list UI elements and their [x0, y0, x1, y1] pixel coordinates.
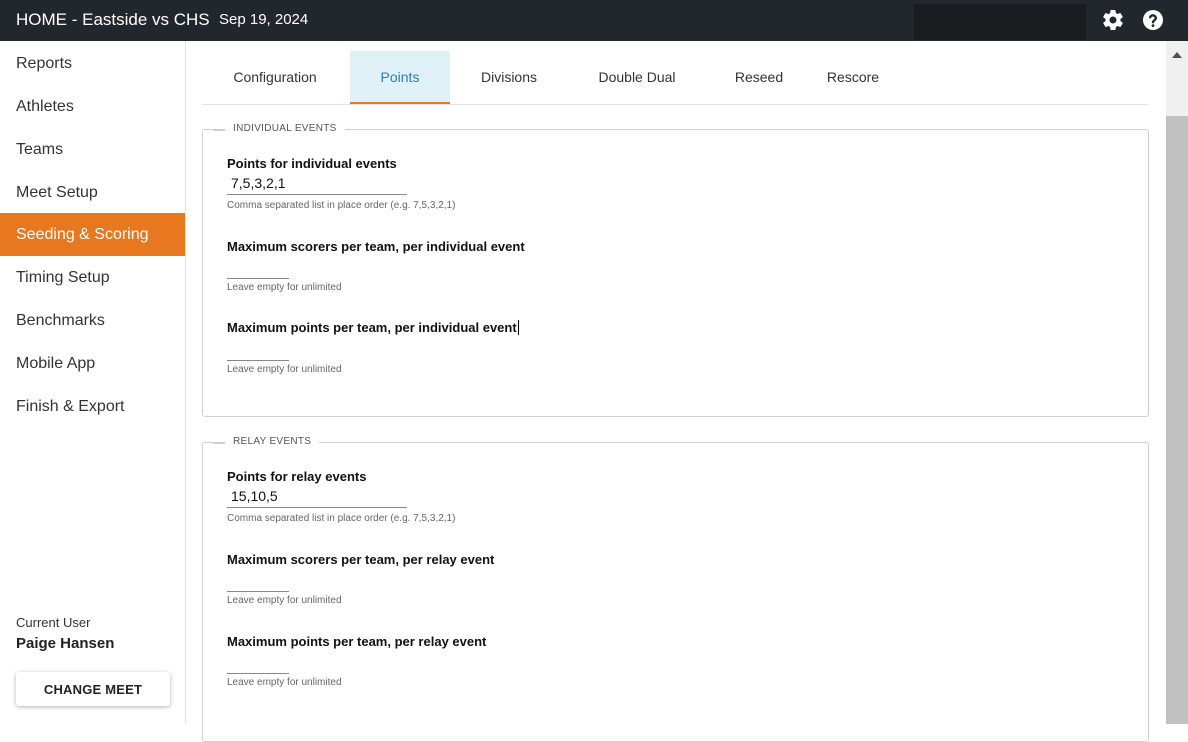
sidebar-item-mobile-app[interactable]: Mobile App: [0, 342, 185, 385]
relay-max-scorers-label: Maximum scorers per team, per relay even…: [227, 552, 495, 567]
tab-points[interactable]: Points: [350, 51, 450, 104]
individual-max-scorers-input[interactable]: [227, 277, 289, 279]
sidebar-item-athletes[interactable]: Athletes: [0, 85, 185, 128]
individual-points-input[interactable]: 7,5,3,2,1: [227, 175, 407, 195]
current-user-name: Paige Hansen: [16, 635, 115, 652]
scroll-up-arrow-icon[interactable]: [1169, 48, 1185, 60]
relay-events-legend: RELAY EVENTS: [225, 436, 320, 447]
tab-divisions[interactable]: Divisions: [464, 51, 554, 103]
relay-max-scorers-input[interactable]: [227, 590, 289, 592]
tab-rescore[interactable]: Rescore: [808, 51, 898, 103]
individual-points-hint: Comma separated list in place order (e.g…: [227, 200, 456, 211]
individual-points-label: Points for individual events: [227, 156, 397, 171]
legend-line: [213, 130, 225, 131]
individual-max-scorers-hint: Leave empty for unlimited: [227, 282, 342, 293]
meet-date: Sep 19, 2024: [219, 11, 309, 28]
meet-title: HOME - Eastside vs CHS: [16, 10, 210, 29]
relay-points-input[interactable]: 15,10,5: [227, 488, 407, 508]
relay-max-points-label: Maximum points per team, per relay event: [227, 634, 487, 649]
relay-points-hint: Comma separated list in place order (e.g…: [227, 513, 456, 524]
relay-events-section: RELAY EVENTS Points for relay events 15,…: [202, 436, 1149, 742]
change-meet-button[interactable]: CHANGE MEET: [16, 672, 170, 706]
tab-double-dual[interactable]: Double Dual: [582, 51, 692, 103]
current-user-label: Current User: [16, 615, 91, 630]
scrollbar-thumb[interactable]: [1166, 116, 1188, 724]
sidebar-item-meet-setup[interactable]: Meet Setup: [0, 171, 185, 214]
top-bar: HOME - Eastside vs CHS Sep 19, 2024: [0, 0, 1188, 41]
sidebar-item-finish-export[interactable]: Finish & Export: [0, 385, 185, 428]
text-cursor: [517, 320, 519, 335]
sidebar-item-reports[interactable]: Reports: [0, 42, 185, 85]
relay-max-points-input[interactable]: [227, 672, 289, 674]
relay-max-points-hint: Leave empty for unlimited: [227, 677, 342, 688]
gear-icon[interactable]: [1101, 8, 1125, 32]
help-icon[interactable]: [1141, 8, 1165, 32]
individual-max-points-label: Maximum points per team, per individual …: [227, 320, 517, 335]
sidebar-item-teams[interactable]: Teams: [0, 128, 185, 171]
relay-max-scorers-hint: Leave empty for unlimited: [227, 595, 342, 606]
individual-events-section: INDIVIDUAL EVENTS Points for individual …: [202, 123, 1149, 417]
individual-max-points-input[interactable]: [227, 359, 289, 361]
relay-points-label: Points for relay events: [227, 469, 367, 484]
individual-max-scorers-label: Maximum scorers per team, per individual…: [227, 239, 525, 254]
sidebar-item-benchmarks[interactable]: Benchmarks: [0, 299, 185, 342]
header-redacted-area: [914, 4, 1086, 40]
sidebar-item-timing-setup[interactable]: Timing Setup: [0, 256, 185, 299]
sidebar-item-seeding-scoring[interactable]: Seeding & Scoring: [0, 213, 185, 256]
individual-max-points-hint: Leave empty for unlimited: [227, 364, 342, 375]
tab-configuration[interactable]: Configuration: [218, 51, 332, 103]
legend-line: [213, 443, 225, 444]
individual-max-points-label-wrap: Maximum points per team, per individual …: [227, 320, 519, 335]
sidebar: Reports Athletes Teams Meet Setup Seedin…: [0, 41, 186, 724]
tab-reseed[interactable]: Reseed: [722, 51, 796, 103]
tab-bar: Configuration Points Divisions Double Du…: [202, 51, 1148, 105]
individual-events-legend: INDIVIDUAL EVENTS: [225, 123, 345, 134]
